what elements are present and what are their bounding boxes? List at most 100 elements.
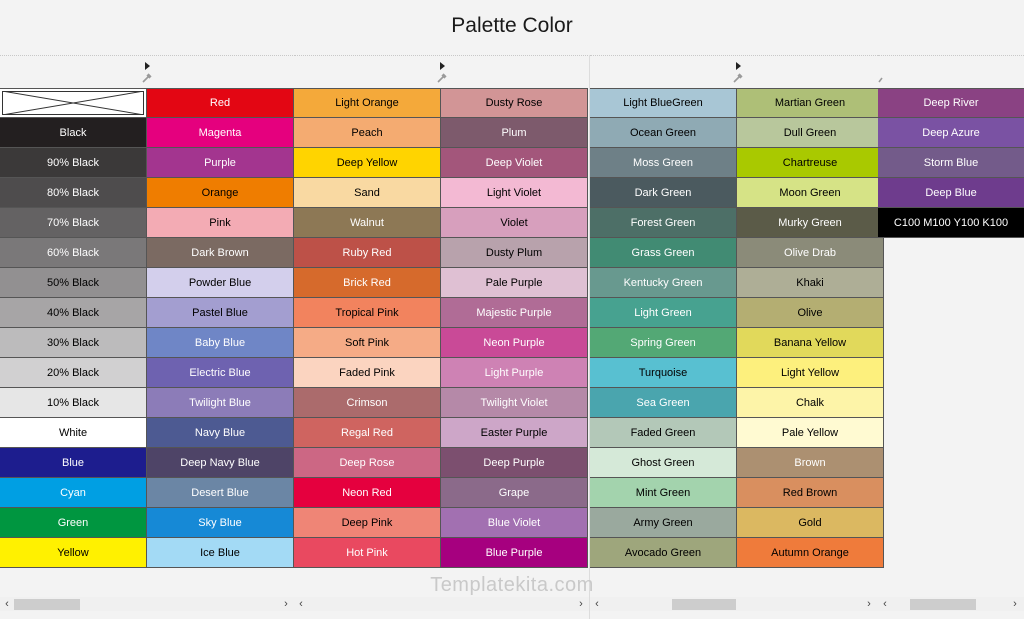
color-swatch[interactable]: Easter Purple (441, 418, 588, 448)
color-swatch[interactable]: Chalk (737, 388, 884, 418)
color-swatch[interactable]: Light Purple (441, 358, 588, 388)
scroll-left-icon[interactable]: ‹ (296, 597, 306, 611)
color-swatch[interactable]: Soft Pink (294, 328, 441, 358)
color-swatch[interactable]: Dusty Rose (441, 88, 588, 118)
color-swatch[interactable]: Hot Pink (294, 538, 441, 568)
horizontal-scrollbar[interactable]: ‹ › (0, 597, 295, 611)
triangle-right-icon[interactable] (736, 62, 741, 70)
color-swatch[interactable]: Banana Yellow (737, 328, 884, 358)
color-swatch[interactable]: Autumn Orange (737, 538, 884, 568)
color-swatch[interactable]: Chartreuse (737, 148, 884, 178)
color-swatch[interactable]: Neon Red (294, 478, 441, 508)
color-swatch[interactable]: Walnut (294, 208, 441, 238)
eyedropper-icon[interactable] (733, 73, 743, 83)
triangle-right-icon[interactable] (440, 62, 445, 70)
color-swatch[interactable]: Brick Red (294, 268, 441, 298)
color-swatch[interactable]: Brown (737, 448, 884, 478)
color-swatch[interactable]: Crimson (294, 388, 441, 418)
color-swatch[interactable]: Khaki (737, 268, 884, 298)
color-swatch[interactable]: 50% Black (0, 268, 147, 298)
color-swatch[interactable]: Purple (147, 148, 294, 178)
color-swatch[interactable]: Green (0, 508, 147, 538)
color-swatch[interactable]: Orange (147, 178, 294, 208)
horizontal-scrollbar[interactable]: ‹ › (294, 597, 590, 611)
eyedropper-icon[interactable] (437, 73, 447, 83)
color-swatch[interactable]: Cyan (0, 478, 147, 508)
color-swatch[interactable]: Ruby Red (294, 238, 441, 268)
color-swatch[interactable]: 80% Black (0, 178, 147, 208)
horizontal-scrollbar[interactable]: ‹ › (878, 597, 1024, 611)
color-swatch[interactable]: Murky Green (737, 208, 884, 238)
color-swatch[interactable]: Electric Blue (147, 358, 294, 388)
color-swatch[interactable]: White (0, 418, 147, 448)
scroll-left-icon[interactable]: ‹ (592, 597, 602, 611)
color-swatch[interactable]: Storm Blue (878, 148, 1024, 178)
color-swatch[interactable]: Sky Blue (147, 508, 294, 538)
color-swatch[interactable]: 90% Black (0, 148, 147, 178)
color-swatch[interactable]: Peach (294, 118, 441, 148)
color-swatch[interactable]: Mint Green (590, 478, 737, 508)
color-swatch[interactable]: Deep Purple (441, 448, 588, 478)
color-swatch[interactable]: Grape (441, 478, 588, 508)
color-swatch[interactable]: Deep River (878, 88, 1024, 118)
color-swatch[interactable]: 30% Black (0, 328, 147, 358)
horizontal-scrollbar[interactable]: ‹ › (590, 597, 878, 611)
color-swatch[interactable]: Tropical Pink (294, 298, 441, 328)
color-swatch[interactable]: Kentucky Green (590, 268, 737, 298)
color-swatch[interactable]: Moss Green (590, 148, 737, 178)
color-swatch[interactable]: Faded Green (590, 418, 737, 448)
color-swatch[interactable]: Dull Green (737, 118, 884, 148)
scrollbar-thumb[interactable] (14, 599, 80, 610)
color-swatch[interactable]: Black (0, 118, 147, 148)
color-swatch[interactable]: Pale Yellow (737, 418, 884, 448)
color-swatch[interactable]: Deep Pink (294, 508, 441, 538)
color-swatch[interactable]: Deep Rose (294, 448, 441, 478)
color-swatch[interactable]: Light Orange (294, 88, 441, 118)
color-swatch[interactable]: Violet (441, 208, 588, 238)
color-swatch[interactable]: Desert Blue (147, 478, 294, 508)
color-swatch[interactable]: Turquoise (590, 358, 737, 388)
color-swatch[interactable]: Plum (441, 118, 588, 148)
color-swatch[interactable]: Twilight Blue (147, 388, 294, 418)
color-swatch[interactable]: 20% Black (0, 358, 147, 388)
color-swatch[interactable]: Blue Violet (441, 508, 588, 538)
color-swatch[interactable]: Ocean Green (590, 118, 737, 148)
color-swatch[interactable]: Spring Green (590, 328, 737, 358)
color-swatch[interactable]: Light Violet (441, 178, 588, 208)
color-swatch[interactable]: Forest Green (590, 208, 737, 238)
color-swatch[interactable]: Dusty Plum (441, 238, 588, 268)
color-swatch[interactable]: Faded Pink (294, 358, 441, 388)
scrollbar-thumb[interactable] (910, 599, 976, 610)
color-swatch[interactable]: Pink (147, 208, 294, 238)
color-swatch[interactable]: Olive (737, 298, 884, 328)
color-swatch[interactable]: Ice Blue (147, 538, 294, 568)
color-swatch[interactable]: C100 M100 Y100 K100 (878, 208, 1024, 238)
color-swatch[interactable]: Twilight Violet (441, 388, 588, 418)
color-swatch[interactable]: Deep Azure (878, 118, 1024, 148)
color-swatch[interactable]: Deep Blue (878, 178, 1024, 208)
color-swatch[interactable]: Dark Green (590, 178, 737, 208)
eyedropper-icon[interactable] (142, 73, 152, 83)
triangle-right-icon[interactable] (145, 62, 150, 70)
scroll-left-icon[interactable]: ‹ (2, 597, 12, 611)
color-swatch[interactable]: Grass Green (590, 238, 737, 268)
color-swatch[interactable]: Regal Red (294, 418, 441, 448)
color-swatch[interactable]: Blue (0, 448, 147, 478)
color-swatch[interactable]: 60% Black (0, 238, 147, 268)
color-swatch[interactable]: 10% Black (0, 388, 147, 418)
color-swatch[interactable]: Powder Blue (147, 268, 294, 298)
color-swatch[interactable]: Deep Violet (441, 148, 588, 178)
color-swatch[interactable]: Magenta (147, 118, 294, 148)
color-swatch[interactable]: Deep Yellow (294, 148, 441, 178)
color-swatch[interactable]: Pale Purple (441, 268, 588, 298)
scroll-right-icon[interactable]: › (1010, 597, 1020, 611)
color-swatch[interactable]: Dark Brown (147, 238, 294, 268)
color-swatch[interactable]: Light BlueGreen (590, 88, 737, 118)
color-swatch[interactable]: Navy Blue (147, 418, 294, 448)
color-swatch[interactable]: Blue Purple (441, 538, 588, 568)
scrollbar-thumb[interactable] (672, 599, 736, 610)
scroll-left-icon[interactable]: ‹ (880, 597, 890, 611)
color-swatch[interactable]: Sea Green (590, 388, 737, 418)
color-swatch[interactable]: Martian Green (737, 88, 884, 118)
color-swatch[interactable]: Neon Purple (441, 328, 588, 358)
